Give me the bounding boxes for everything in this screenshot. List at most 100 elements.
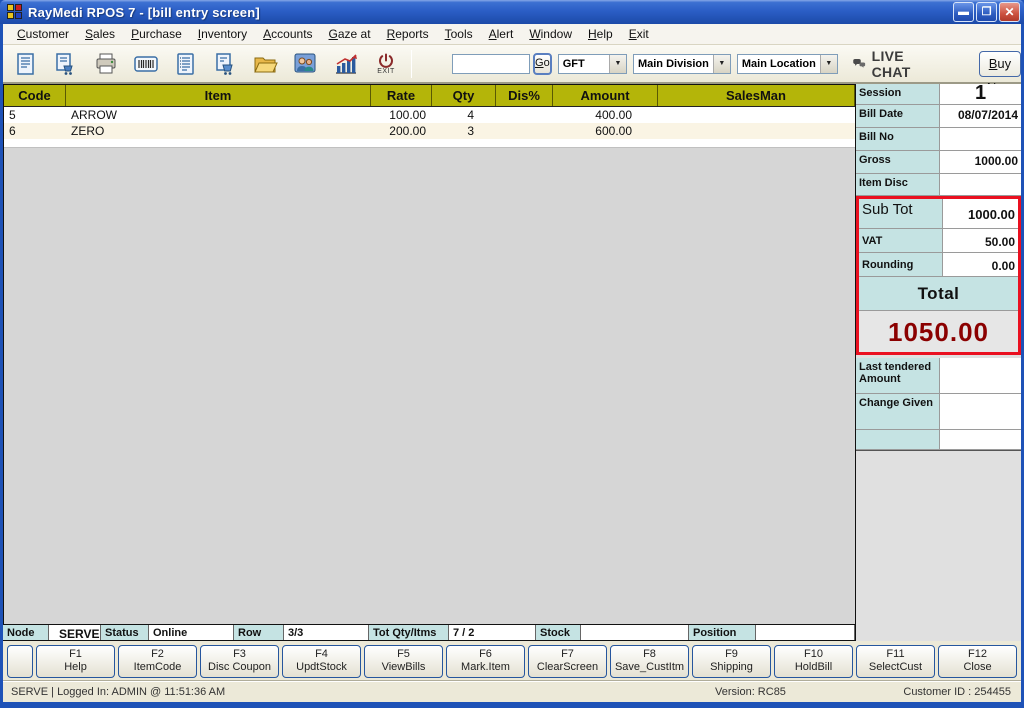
company-select[interactable]: GFT ▼ [557, 53, 627, 74]
f12-close-button[interactable]: F12 Close [938, 644, 1017, 678]
open-folder-icon[interactable] [251, 47, 281, 81]
col-header-item[interactable]: Item [66, 85, 371, 106]
menu-item-help[interactable]: Help [580, 25, 621, 43]
total-highlight-box: Sub Tot 1000.00 VAT 50.00 Rounding 0.00 … [856, 196, 1021, 355]
menu-bar: Customer Sales Purchase Inventory Accoun… [3, 24, 1021, 45]
menu-item-sales[interactable]: Sales [77, 25, 123, 43]
location-select-value: Main Location [741, 57, 816, 70]
division-select-value: Main Division [637, 57, 709, 70]
menu-item-gaze-at[interactable]: Gaze at [321, 25, 379, 43]
menu-item-purchase[interactable]: Purchase [123, 25, 190, 43]
f2-itemcode-button[interactable]: F2 ItemCode [118, 644, 197, 678]
version-text: Version: RC85 [715, 686, 786, 698]
exit-icon-label: EXIT [377, 67, 395, 75]
purchase-cart-icon[interactable] [211, 47, 241, 81]
bill-list-icon[interactable] [171, 47, 201, 81]
stock-value [581, 625, 689, 640]
menu-item-alert[interactable]: Alert [481, 25, 522, 43]
f7-clearscreen-button[interactable]: F7 ClearScreen [528, 644, 607, 678]
company-select-value: GFT [562, 57, 585, 70]
f1-help-button[interactable]: F1 Help [36, 644, 115, 678]
tot-qty-label: Tot Qty/Itms [369, 625, 449, 640]
buy-now-button[interactable]: Buy Now [978, 50, 1021, 95]
barcode-icon[interactable] [131, 47, 161, 81]
cell-code: 6 [9, 124, 16, 138]
menu-item-accounts[interactable]: Accounts [255, 25, 320, 43]
cell-amount: 600.00 [595, 124, 632, 138]
footer-status-bar: SERVE | Logged In: ADMIN @ 11:51:36 AM V… [3, 681, 1021, 702]
vat-value: 50.00 [984, 235, 1015, 249]
quick-search-input[interactable] [452, 53, 530, 74]
total-label: Total [859, 277, 1018, 311]
col-header-salesman[interactable]: SalesMan [658, 85, 855, 106]
table-row[interactable]: 5 ARROW 100.00 4 400.00 [4, 107, 855, 123]
new-bill-icon[interactable] [11, 47, 41, 81]
f11-selectcust-button[interactable]: F11 SelectCust [856, 644, 935, 678]
blank-button[interactable] [7, 644, 33, 678]
cell-item: ZERO [71, 124, 105, 138]
table-row[interactable]: 6 ZERO 200.00 3 600.00 [4, 123, 855, 139]
app-window: RayMedi RPOS 7 - [bill entry screen] ▬ ❐… [0, 0, 1024, 708]
cell-rate: 100.00 [389, 108, 426, 122]
f9-shipping-button[interactable]: F9 Shipping [692, 644, 771, 678]
stock-label: Stock [536, 625, 581, 640]
f3-disc-coupon-button[interactable]: F3 Disc Coupon [200, 644, 279, 678]
f6-mark-item-button[interactable]: F6 Mark.Item [446, 644, 525, 678]
cell-rate: 200.00 [389, 124, 426, 138]
node-value: SERVE [49, 625, 101, 640]
row-label: Row [234, 625, 284, 640]
cell-qty: 3 [467, 124, 474, 138]
go-button[interactable]: Go [533, 52, 552, 75]
f4-updtstock-button[interactable]: F4 UpdtStock [282, 644, 361, 678]
panel-filler [856, 450, 1021, 576]
menu-item-reports[interactable]: Reports [379, 25, 437, 43]
f10-holdbill-button[interactable]: F10 HoldBill [774, 644, 853, 678]
menu-item-window[interactable]: Window [521, 25, 580, 43]
session-label: Session [856, 84, 940, 104]
cell-amount: 400.00 [595, 108, 632, 122]
title-bar: RayMedi RPOS 7 - [bill entry screen] ▬ ❐… [0, 0, 1024, 24]
sales-cart-icon[interactable] [51, 47, 81, 81]
status-label: Status [101, 625, 149, 640]
live-chat-button[interactable]: LIVE CHAT [852, 48, 919, 80]
sub-total-value: 1000.00 [968, 207, 1015, 222]
menu-item-inventory[interactable]: Inventory [190, 25, 255, 43]
col-header-qty[interactable]: Qty [432, 85, 496, 106]
f5-viewbills-button[interactable]: F5 ViewBills [364, 644, 443, 678]
exit-icon[interactable]: EXIT [371, 47, 401, 81]
cell-salesman [658, 107, 855, 123]
col-header-code[interactable]: Code [4, 85, 66, 106]
menu-item-customer[interactable]: Customer [9, 25, 77, 43]
restore-button[interactable]: ❐ [976, 2, 997, 22]
col-header-rate[interactable]: Rate [371, 85, 432, 106]
division-select[interactable]: Main Division ▼ [632, 53, 731, 74]
bill-items-grid: Code Item Rate Qty Dis% Amount SalesMan … [3, 84, 855, 624]
grid-header-row: Code Item Rate Qty Dis% Amount SalesMan [4, 85, 855, 107]
f8-save-custitm-button[interactable]: F8 Save_CustItm [610, 644, 689, 678]
location-select[interactable]: Main Location ▼ [736, 53, 838, 74]
print-icon[interactable] [91, 47, 121, 81]
col-header-amount[interactable]: Amount [553, 85, 658, 106]
grid-empty-area[interactable] [4, 139, 855, 148]
customers-icon[interactable] [291, 47, 321, 81]
cell-item: ARROW [71, 108, 117, 122]
minimize-button[interactable]: ▬ [953, 2, 974, 22]
bill-summary-panel: Session 1 Bill Date 08/07/2014 Bill No G… [855, 83, 1021, 641]
col-header-dis[interactable]: Dis% [496, 85, 553, 106]
menu-item-tools[interactable]: Tools [437, 25, 481, 43]
bill-no-label: Bill No [856, 128, 940, 150]
position-label: Position [689, 625, 756, 640]
panel-empty-row [856, 430, 1021, 450]
menu-item-exit[interactable]: Exit [621, 25, 657, 43]
vat-label: VAT [859, 229, 943, 252]
window-title: RayMedi RPOS 7 - [bill entry screen] [28, 4, 260, 20]
close-button[interactable]: ✕ [999, 2, 1020, 22]
total-value: 1050.00 [859, 311, 1018, 352]
gross-value: 1000.00 [974, 154, 1018, 168]
status-bar: Node SERVE Status Online Row 3/3 Tot Qty… [3, 624, 855, 641]
cell-dis [496, 107, 553, 123]
customer-id-text: Customer ID : 254455 [903, 686, 1011, 698]
bill-no-value [940, 128, 1021, 150]
live-chat-label: LIVE CHAT [871, 47, 911, 80]
reports-chart-icon[interactable] [331, 47, 361, 81]
